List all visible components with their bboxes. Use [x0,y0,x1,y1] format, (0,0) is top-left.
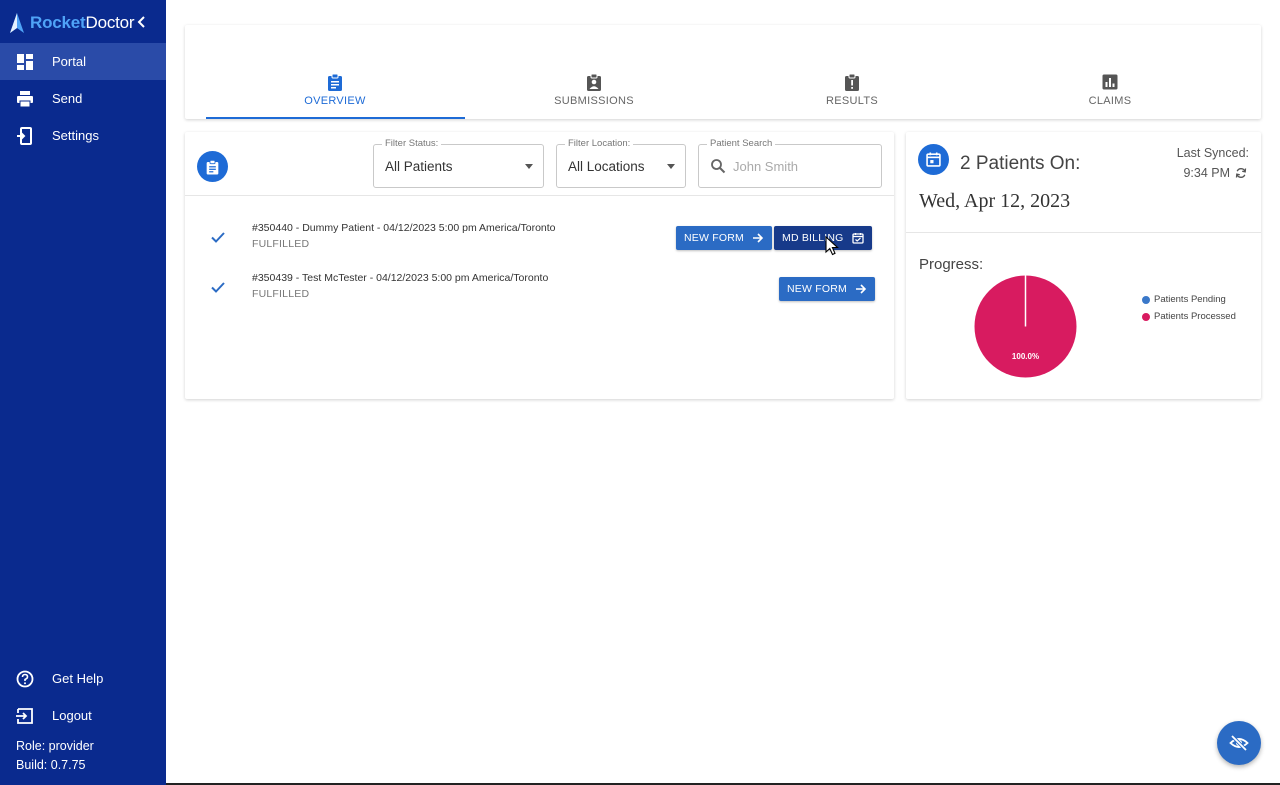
divider [906,232,1261,233]
brand-name-part2: Doctor [85,13,135,32]
tab-label: CLAIMS [1088,95,1132,107]
assignment-ind-icon [587,73,601,91]
patient-title: #350440 - Dummy Patient - 04/12/2023 5:0… [252,222,556,234]
new-form-button[interactable]: NEW FORM [676,226,772,250]
tab-submissions[interactable]: SUBMISSIONS [465,70,723,119]
refresh-icon[interactable] [1235,167,1247,179]
calendar-badge [918,144,949,175]
last-synced-time-value: 9:34 PM [1183,166,1230,180]
sidebar-item-logout[interactable]: Logout [0,697,166,734]
logout-icon [16,708,33,724]
role-text: Role: provider [16,739,94,753]
eye-off-icon [1229,734,1249,752]
legend-label: Patients Processed [1154,311,1236,322]
chart-legend: Patients Pending Patients Processed [1142,291,1236,325]
new-form-label: NEW FORM [787,283,847,295]
patient-search-field[interactable]: Patient Search [698,138,882,188]
clipboard-icon [206,159,219,174]
list-item: #350439 - Test McTester - 04/12/2023 5:0… [185,269,894,309]
patient-search-input[interactable] [733,155,873,177]
sidebar-item-send[interactable]: Send [0,80,166,117]
active-tab-indicator [206,117,465,119]
tab-overview[interactable]: OVERVIEW [206,70,464,119]
filter-location-value: All Locations [568,159,645,174]
tabs-card: OVERVIEW SUBMISSIONS RESULTS CLAIMS [185,25,1261,119]
caret-down-icon [525,164,533,169]
patient-status: FULFILLED [252,238,310,250]
sidebar: RocketDoctor Portal Send Settings Get He… [0,0,166,785]
report-icon [845,73,859,91]
sidebar-item-label: Portal [52,54,86,69]
md-billing-label: MD BILLING [782,232,844,244]
sidebar-item-label: Logout [52,708,92,723]
caret-down-icon [667,164,675,169]
filter-status-select[interactable]: Filter Status: All Patients [373,138,544,188]
tab-claims[interactable]: CLAIMS [981,70,1239,119]
rocket-logo-icon [10,13,24,33]
pie-slice-label: 100.0% [1012,352,1039,361]
patient-title: #350439 - Test McTester - 04/12/2023 5:0… [252,272,549,284]
new-form-button[interactable]: NEW FORM [779,277,875,301]
rocket-doctor-logo[interactable]: RocketDoctor [8,10,135,36]
help-circle-icon [16,670,34,688]
chevron-left-icon[interactable] [136,14,148,30]
legend-dot [1142,295,1150,304]
build-text: Build: 0.7.75 [16,758,86,772]
tab-label: SUBMISSIONS [554,95,634,107]
filter-status-value: All Patients [385,159,453,174]
legend-item-processed: Patients Processed [1142,308,1236,325]
brand-name-part1: Rocket [30,13,86,32]
filter-location-select[interactable]: Filter Location: All Locations [556,138,686,188]
legend-item-pending: Patients Pending [1142,291,1236,308]
sidebar-item-get-help[interactable]: Get Help [0,660,166,697]
sidebar-item-settings[interactable]: Settings [0,117,166,154]
arrow-right-icon [855,284,867,294]
patient-list-card: Filter Status: All Patients Filter Locat… [185,132,894,399]
sidebar-item-portal[interactable]: Portal [0,43,166,80]
sidebar-item-label: Get Help [52,671,104,686]
summary-date: Wed, Apr 12, 2023 [919,190,1071,212]
checkmark-icon [211,232,225,243]
progress-label: Progress: [919,256,984,273]
summary-card: 2 Patients On: Last Synced: 9:34 PM Wed,… [906,132,1261,399]
filter-status-label: Filter Status: [382,138,442,149]
clipboard-icon [328,73,342,91]
clipboard-badge [197,151,228,182]
calendar-icon [926,152,941,167]
progress-pie-chart: 100.0% [974,275,1077,378]
settings-icon [17,127,32,145]
new-form-label: NEW FORM [684,232,744,244]
divider [185,195,894,196]
last-synced-time: 9:34 PM [1183,166,1247,180]
legend-label: Patients Pending [1154,294,1226,305]
dashboard-icon [17,54,33,70]
sidebar-item-label: Settings [52,128,99,143]
last-synced-label: Last Synced: [1176,146,1249,160]
brand-name: RocketDoctor [30,13,135,33]
patients-on-heading: 2 Patients On: [960,153,1081,174]
tab-label: OVERVIEW [304,95,366,107]
arrow-right-icon [752,233,764,243]
checkmark-icon [211,282,225,293]
visibility-toggle-button[interactable] [1217,721,1261,765]
patient-search-label: Patient Search [707,138,776,149]
calendar-check-icon [851,233,864,244]
sidebar-item-label: Send [52,91,83,106]
legend-dot [1142,312,1150,321]
tab-results[interactable]: RESULTS [723,70,981,119]
printer-icon [17,91,33,108]
list-item: #350440 - Dummy Patient - 04/12/2023 5:0… [185,219,894,259]
md-billing-button[interactable]: MD BILLING [774,226,872,250]
tab-label: RESULTS [825,95,879,107]
filter-location-label: Filter Location: [565,138,634,149]
patient-status: FULFILLED [252,288,310,300]
search-icon [711,159,726,174]
bar-chart-icon [1102,74,1118,90]
